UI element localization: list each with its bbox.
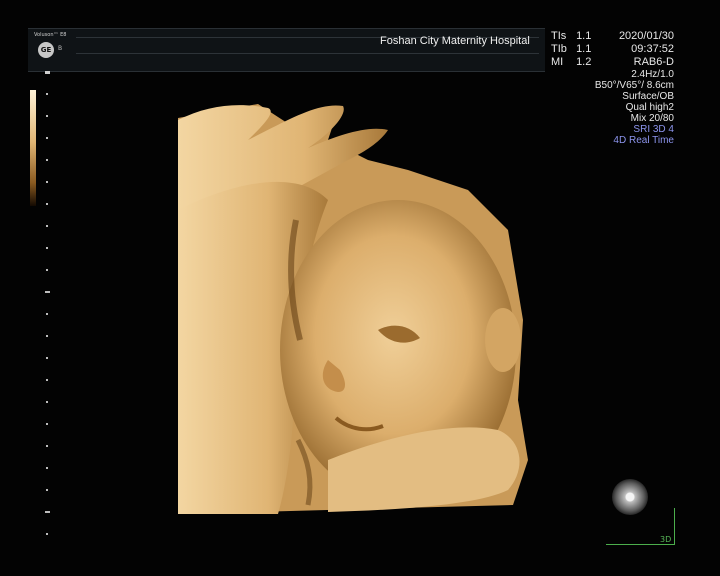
index-row: TIs 1.1 [551,30,596,43]
depth-tick [45,511,50,513]
header-divider [76,53,539,54]
depth-tick [46,225,48,227]
depth-tick [46,423,48,425]
hospital-name: Foshan City Maternity Hospital [380,35,530,47]
index-value: 1.1 [576,43,592,55]
depth-tick [46,379,48,381]
volume-settings: B50°/V65°/ 8.6cm [594,80,674,91]
scan-date: 2020/01/30 [618,30,674,42]
header-bar: Voluson™ E8 GE B Foshan City Maternity H… [28,28,545,72]
depth-tick [46,313,48,315]
scale-top-marker [45,71,50,74]
render-mode: Surface/OB [622,91,674,102]
fetal-surface-render [178,100,528,514]
depth-tick [46,203,48,205]
marker-bracket [606,544,675,545]
gray-scale-bar [30,90,36,206]
mix-setting: Mix 20/80 [630,113,674,124]
3d-marker-label: 3D [660,535,672,544]
probe-letter: B [58,45,63,52]
orientation-ball-icon[interactable] [612,479,648,515]
realtime-mode: 4D Real Time [613,135,674,146]
index-name: TIb [551,43,567,55]
depth-tick [46,115,48,117]
ultrasound-screen: Voluson™ E8 GE B Foshan City Maternity H… [0,0,720,576]
index-value: 1.2 [576,56,592,68]
depth-tick [46,401,48,403]
depth-tick [46,181,48,183]
depth-tick [46,445,48,447]
index-row: TIb 1.1 [551,43,596,56]
index-name: TIs [551,30,567,42]
index-value: 1.1 [576,30,592,42]
depth-tick [46,159,48,161]
depth-tick [46,269,48,271]
probe-name: RAB6-D [633,56,674,68]
marker-bracket [674,508,675,544]
depth-tick [46,467,48,469]
depth-tick [46,533,48,535]
brand-text: Voluson™ E8 [34,32,67,38]
4d-render-viewport[interactable] [178,100,528,514]
depth-tick [46,247,48,249]
scan-time: 09:37:52 [631,43,674,55]
quality-setting: Qual high2 [625,102,674,113]
scan-parameters: 2020/01/30 09:37:52 RAB6-D 2.4Hz/1.0 B50… [595,30,674,146]
depth-tick [46,93,48,95]
sri-setting: SRI 3D 4 [633,124,674,135]
ge-logo-icon: GE [38,42,54,58]
depth-tick [46,137,48,139]
brand-area: Voluson™ E8 GE B [32,31,76,69]
index-name: MI [551,56,564,68]
depth-tick [45,291,50,293]
depth-tick [46,357,48,359]
index-row: MI 1.2 [551,56,596,69]
depth-tick [46,489,48,491]
depth-tick [46,335,48,337]
thermal-index-table: TIs 1.1 TIb 1.1 MI 1.2 [551,30,596,69]
frequency: 2.4Hz/1.0 [631,69,674,80]
